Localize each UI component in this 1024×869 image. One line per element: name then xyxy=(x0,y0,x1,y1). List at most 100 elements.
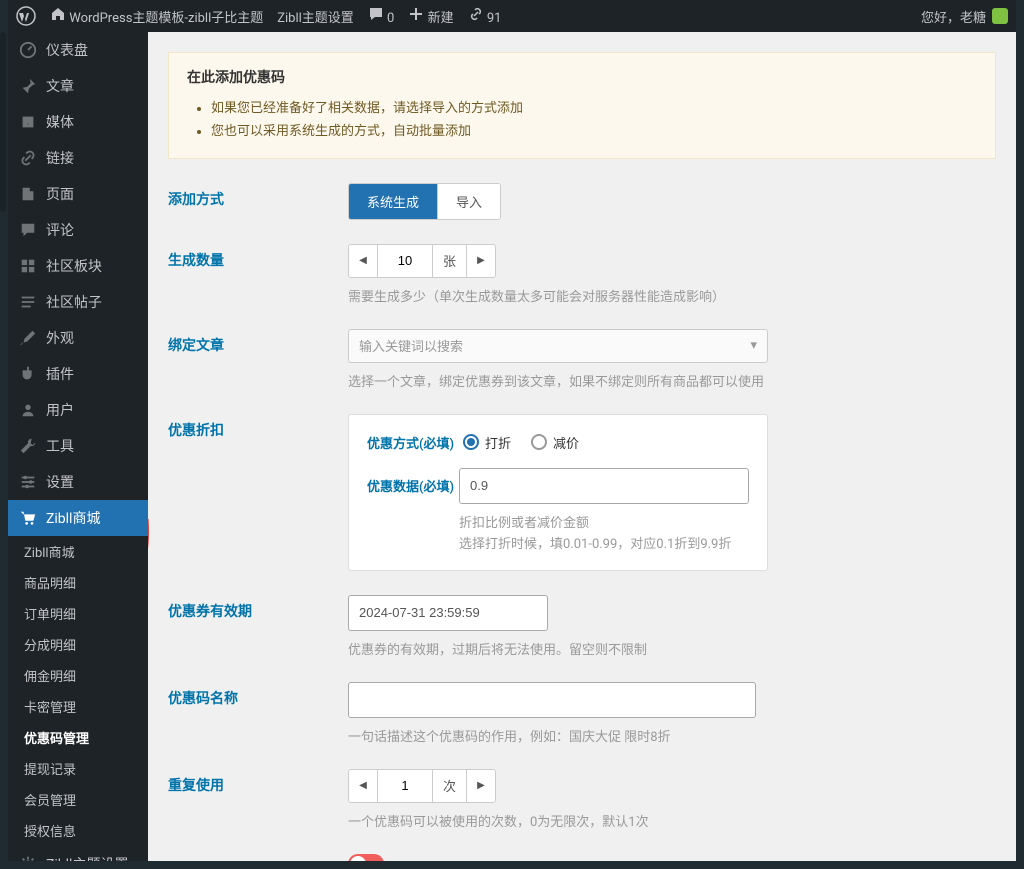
discount-box: 优惠方式(必填) 打折 减价 优惠数据(必填) 折扣比例或者减价金额 选择打折时… xyxy=(348,414,768,571)
submenu-product-detail[interactable]: 商品明细 xyxy=(8,567,148,598)
menu-label: 外观 xyxy=(46,328,74,348)
notice-bullet: 如果您已经准备好了相关数据，请选择导入的方式添加 xyxy=(211,97,977,120)
coupon-name-label: 优惠码名称 xyxy=(168,682,348,745)
submenu-rebate-detail[interactable]: 佣金明细 xyxy=(8,660,148,691)
menu-community-blocks[interactable]: 社区板块 xyxy=(8,248,148,284)
spinner-unit: 张 xyxy=(433,245,467,277)
link-icon xyxy=(468,6,484,22)
submenu-order-detail[interactable]: 订单明细 xyxy=(8,598,148,629)
notice-box: 在此添加优惠码 如果您已经准备好了相关数据，请选择导入的方式添加 您也可以采用系… xyxy=(168,52,996,159)
discount-type-label: 优惠方式(必填) xyxy=(367,433,463,452)
spinner-decrement[interactable]: ◀ xyxy=(349,245,377,277)
radio-discount[interactable]: 打折 xyxy=(463,433,511,452)
dashboard-icon xyxy=(18,40,38,60)
menu-label: 文章 xyxy=(46,76,74,96)
cart-icon xyxy=(18,508,38,528)
menu-label: 媒体 xyxy=(46,112,74,132)
notice-bullet: 您也可以采用系统生成的方式，自动批量添加 xyxy=(211,120,977,143)
wrench-icon xyxy=(18,436,38,456)
menu-comments[interactable]: 评论 xyxy=(8,212,148,248)
menu-users[interactable]: 用户 xyxy=(8,392,148,428)
radio-icon xyxy=(463,434,479,450)
menu-links[interactable]: 链接 xyxy=(8,140,148,176)
home-icon xyxy=(50,6,66,22)
add-method-tabs: 系统生成 导入 xyxy=(348,183,501,220)
menu-plugins[interactable]: 插件 xyxy=(8,356,148,392)
gen-count-help: 需要生成多少（单次生成数量太多可能会对服务器性能造成影响） xyxy=(348,286,996,305)
reuse-input[interactable] xyxy=(377,770,433,802)
reuse-help: 一个优惠码可以被使用的次数，0为无限次，默认1次 xyxy=(348,811,996,830)
discount-help2: 选择打折时候，填0.01-0.99，对应0.1折到9.9折 xyxy=(459,533,749,552)
submenu-mall[interactable]: Zibll商城 xyxy=(8,536,148,567)
expiry-help: 优惠券的有效期，过期后将无法使用。留空则不限制 xyxy=(348,639,996,658)
admin-bar: WordPress主题模板-zibll子比主题 Zibll主题设置 0 新建 9… xyxy=(8,0,1016,32)
block-icon xyxy=(18,256,38,276)
page-icon xyxy=(18,184,38,204)
post-icon xyxy=(18,292,38,312)
gen-count-input[interactable] xyxy=(377,245,433,277)
menu-media[interactable]: 媒体 xyxy=(8,104,148,140)
advanced-label: 高级选项 xyxy=(168,854,348,861)
gen-count-label: 生成数量 xyxy=(168,244,348,305)
tab-system-gen[interactable]: 系统生成 xyxy=(349,184,437,219)
reuse-spinner: ◀ 次 ▶ xyxy=(348,769,496,803)
main-content: 在此添加优惠码 如果您已经准备好了相关数据，请选择导入的方式添加 您也可以采用系… xyxy=(148,32,1016,861)
tab-import[interactable]: 导入 xyxy=(437,184,500,219)
spinner-increment[interactable]: ▶ xyxy=(467,770,495,802)
links-count[interactable]: 91 xyxy=(468,6,502,26)
menu-label: 评论 xyxy=(46,220,74,240)
menu-appearance[interactable]: 外观 xyxy=(8,320,148,356)
wordpress-logo-icon[interactable] xyxy=(16,6,36,26)
menu-label: 插件 xyxy=(46,364,74,384)
radio-icon xyxy=(531,434,547,450)
chevron-down-icon: ▾ xyxy=(750,338,757,353)
menu-label: 用户 xyxy=(46,400,74,420)
submenu-member-mgmt[interactable]: 会员管理 xyxy=(8,784,148,815)
media-icon xyxy=(18,112,38,132)
menu-zibll-mall[interactable]: Zibll商城 xyxy=(8,500,148,536)
comment-icon xyxy=(368,6,384,22)
scrollbar[interactable] xyxy=(0,32,6,212)
menu-tools[interactable]: 工具 xyxy=(8,428,148,464)
plus-icon xyxy=(408,6,424,22)
discount-data-label: 优惠数据(必填) xyxy=(367,468,459,495)
menu-posts[interactable]: 文章 xyxy=(8,68,148,104)
new-link[interactable]: 新建 xyxy=(408,6,453,26)
plug-icon xyxy=(18,364,38,384)
notice-title: 在此添加优惠码 xyxy=(187,67,977,87)
submenu-coupon-mgmt[interactable]: 优惠码管理 xyxy=(8,722,148,753)
menu-community-posts[interactable]: 社区帖子 xyxy=(8,284,148,320)
submenu-license-info[interactable]: 授权信息 xyxy=(8,815,148,846)
menu-label: 社区板块 xyxy=(46,256,102,276)
submenu-cardkey-mgmt[interactable]: 卡密管理 xyxy=(8,691,148,722)
menu-label: 仪表盘 xyxy=(46,40,88,60)
comments-link[interactable]: 0 xyxy=(368,6,395,26)
menu-label: 链接 xyxy=(46,148,74,168)
theme-settings-link[interactable]: Zibll主题设置 xyxy=(277,7,354,26)
link-icon xyxy=(18,148,38,168)
spinner-increment[interactable]: ▶ xyxy=(467,245,495,277)
submenu-commission-detail[interactable]: 分成明细 xyxy=(8,629,148,660)
menu-zibll-theme[interactable]: Zibll主题设置 xyxy=(8,846,148,861)
menu-settings[interactable]: 设置 xyxy=(8,464,148,500)
expiry-input[interactable] xyxy=(348,595,548,631)
coupon-name-help: 一句话描述这个优惠码的作用，例如：国庆大促 限时8折 xyxy=(348,726,996,745)
discount-data-input[interactable] xyxy=(459,468,749,504)
avatar-icon[interactable] xyxy=(992,8,1008,24)
discount-help1: 折扣比例或者减价金额 xyxy=(459,512,749,531)
annotation-arrow-icon xyxy=(148,514,156,659)
advanced-toggle[interactable] xyxy=(348,854,384,861)
greeting-link[interactable]: 您好，老糖 xyxy=(921,7,986,26)
radio-reduce[interactable]: 减价 xyxy=(531,433,579,452)
select-placeholder: 输入关键词以搜索 xyxy=(359,336,463,355)
site-title-link[interactable]: WordPress主题模板-zibll子比主题 xyxy=(50,6,263,26)
submenu-withdraw-record[interactable]: 提现记录 xyxy=(8,753,148,784)
spinner-decrement[interactable]: ◀ xyxy=(349,770,377,802)
menu-label: Zibll主题设置 xyxy=(46,854,128,861)
menu-dashboard[interactable]: 仪表盘 xyxy=(8,32,148,68)
menu-pages[interactable]: 页面 xyxy=(8,176,148,212)
comment-icon xyxy=(18,220,38,240)
menu-label: 社区帖子 xyxy=(46,292,102,312)
bind-post-select[interactable]: 输入关键词以搜索 ▾ xyxy=(348,329,768,363)
coupon-name-input[interactable] xyxy=(348,682,756,718)
